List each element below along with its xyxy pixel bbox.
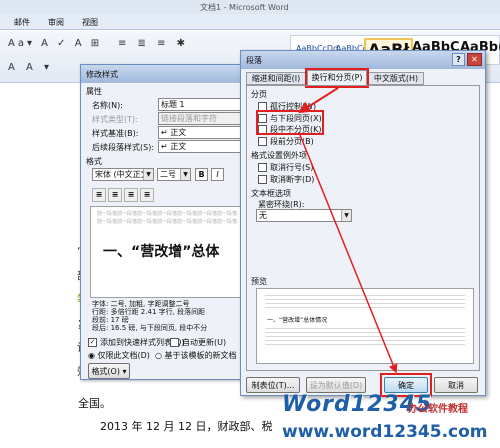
arrow-to-ok: [299, 134, 398, 374]
annotation-arrows: [298, 87, 398, 374]
arrow-to-checkboxes: [298, 87, 339, 114]
watermark-url: www.word12345.com: [282, 422, 488, 442]
watermark-subtitle: 办公软件教程: [408, 404, 468, 415]
